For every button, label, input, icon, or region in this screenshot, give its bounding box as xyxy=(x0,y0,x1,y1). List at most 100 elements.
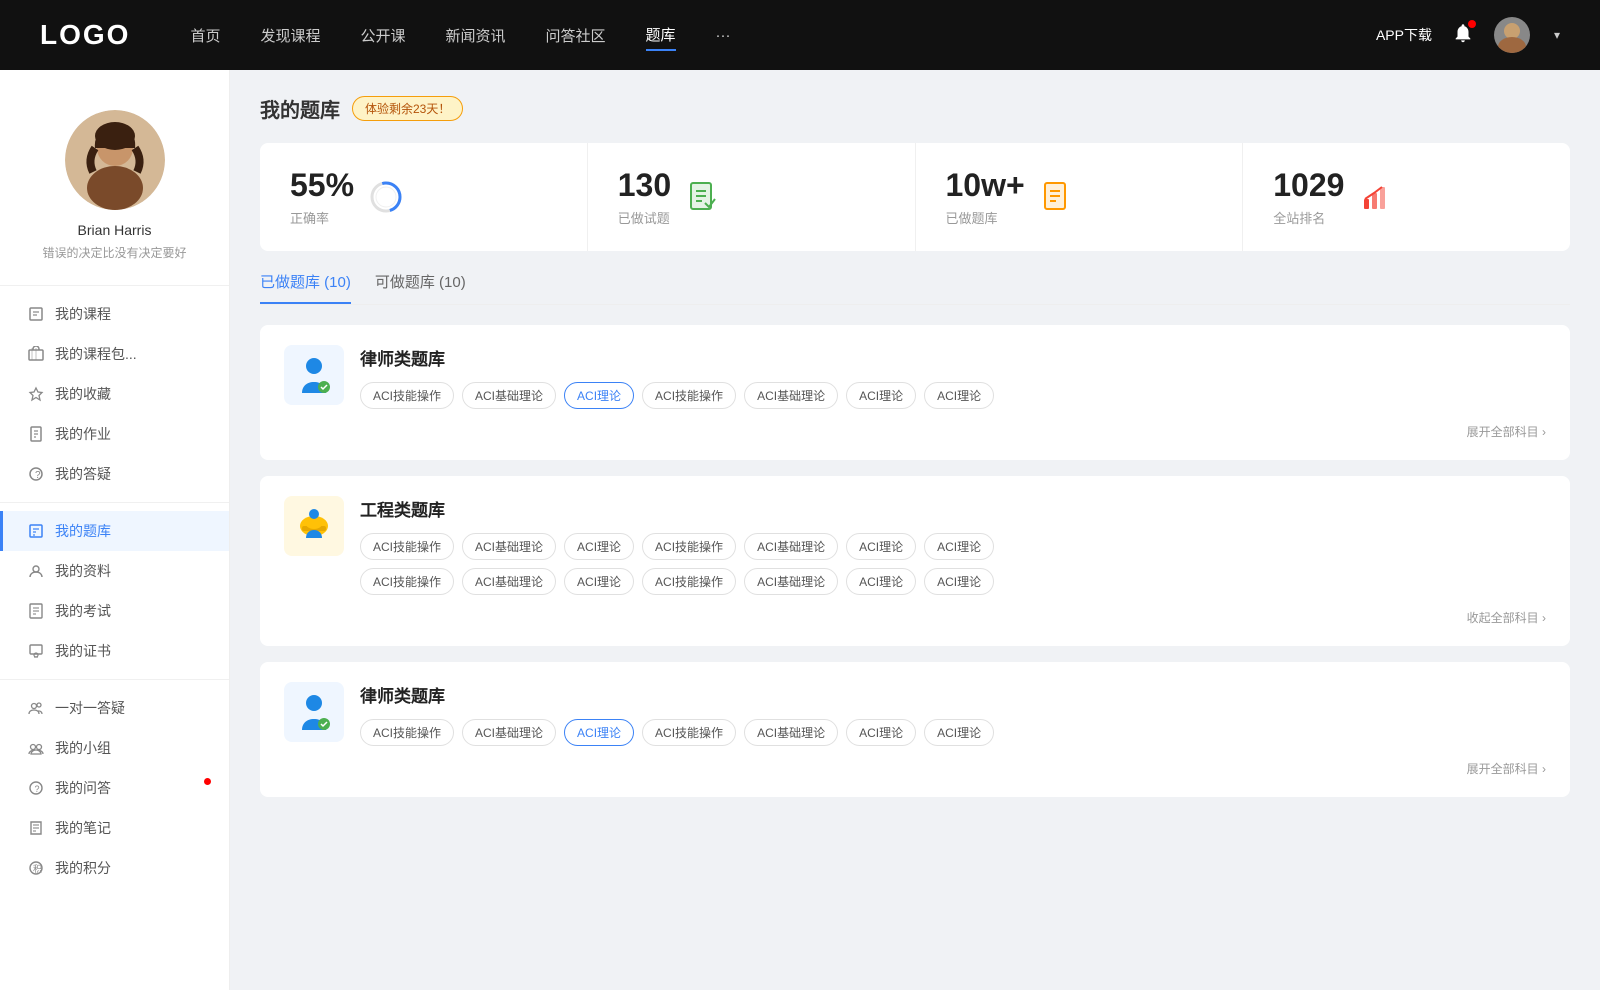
l2-tag-6[interactable]: ACI理论 xyxy=(924,719,994,746)
nav-item-qa[interactable]: 问答社区 xyxy=(546,21,606,50)
sidebar-item-tutor[interactable]: 一对一答疑 xyxy=(0,688,229,728)
l2-tag-1[interactable]: ACI基础理论 xyxy=(462,719,556,746)
tag-1[interactable]: ACI基础理论 xyxy=(462,382,556,409)
tag-2-active[interactable]: ACI理论 xyxy=(564,382,634,409)
user-profile: Brian Harris 错误的决定比没有决定要好 xyxy=(0,90,229,277)
sidebar-divider-3 xyxy=(0,679,229,680)
sidebar-item-label-profile: 我的资料 xyxy=(55,561,111,581)
tag-6[interactable]: ACI理论 xyxy=(924,382,994,409)
eng-tag-r2-1[interactable]: ACI基础理论 xyxy=(462,568,556,595)
eng-tag-r2-6[interactable]: ACI理论 xyxy=(924,568,994,595)
sidebar: Brian Harris 错误的决定比没有决定要好 我的课程 我的课程包... xyxy=(0,70,230,990)
stat-accuracy-text: 55% 正确率 xyxy=(290,167,354,227)
qbank-content-engineer: 工程类题库 ACI技能操作 ACI基础理论 ACI理论 ACI技能操作 ACI基… xyxy=(360,496,1546,595)
eng-tag-r2-3[interactable]: ACI技能操作 xyxy=(642,568,736,595)
notification-bell[interactable] xyxy=(1452,22,1474,49)
sidebar-item-label-course: 我的课程 xyxy=(55,304,111,324)
collapse-link-engineer[interactable]: 收起全部科目 › xyxy=(284,609,1546,626)
tag-3[interactable]: ACI技能操作 xyxy=(642,382,736,409)
sidebar-item-label-favorites: 我的收藏 xyxy=(55,384,111,404)
qbank-card-lawyer-2: 律师类题库 ACI技能操作 ACI基础理论 ACI理论 ACI技能操作 ACI基… xyxy=(260,662,1570,797)
main-content: 我的题库 体验剩余23天！ 55% 正确率 xyxy=(230,70,1600,990)
stat-ranking: 1029 全站排名 xyxy=(1243,143,1570,251)
expand-link-lawyer-1[interactable]: 展开全部科目 › xyxy=(284,423,1546,440)
navigation: LOGO 首页 发现课程 公开课 新闻资讯 问答社区 题库 ··· APP下载 … xyxy=(0,0,1600,70)
stat-done-questions: 130 已做试题 xyxy=(588,143,916,251)
eng-tag-r2-5[interactable]: ACI理论 xyxy=(846,568,916,595)
sidebar-item-profile[interactable]: 我的资料 xyxy=(0,551,229,591)
sidebar-item-points[interactable]: 积 我的积分 xyxy=(0,848,229,888)
tab-done[interactable]: 已做题库 (10) xyxy=(260,271,351,304)
qbank-title-lawyer-2: 律师类题库 xyxy=(360,682,1546,707)
app-download-button[interactable]: APP下载 xyxy=(1376,25,1432,45)
user-name: Brian Harris xyxy=(20,222,209,238)
sidebar-item-cert[interactable]: 我的证书 xyxy=(0,631,229,671)
stat-done-questions-text: 130 已做试题 xyxy=(618,167,671,227)
qbank-title-engineer: 工程类题库 xyxy=(360,496,1546,521)
sidebar-item-label-group: 我的小组 xyxy=(55,738,111,758)
stat-ranking-text: 1029 全站排名 xyxy=(1273,167,1344,227)
expand-link-lawyer-2[interactable]: 展开全部科目 › xyxy=(284,760,1546,777)
stat-accuracy: 55% 正确率 xyxy=(260,143,588,251)
sidebar-item-label-tutor: 一对一答疑 xyxy=(55,698,125,718)
qbank-card-header-engineer: 工程类题库 ACI技能操作 ACI基础理论 ACI理论 ACI技能操作 ACI基… xyxy=(284,496,1546,595)
eng-tag-r1-1[interactable]: ACI基础理论 xyxy=(462,533,556,560)
eng-tag-r1-6[interactable]: ACI理论 xyxy=(924,533,994,560)
homework-icon xyxy=(27,425,45,443)
nav-item-home[interactable]: 首页 xyxy=(190,21,220,50)
l2-tag-0[interactable]: ACI技能操作 xyxy=(360,719,454,746)
sidebar-item-ask[interactable]: ? 我的答疑 xyxy=(0,454,229,494)
sidebar-item-course-package[interactable]: 我的课程包... xyxy=(0,334,229,374)
eng-tag-r1-0[interactable]: ACI技能操作 xyxy=(360,533,454,560)
nav-item-courses[interactable]: 发现课程 xyxy=(260,21,320,50)
l2-tag-2-active[interactable]: ACI理论 xyxy=(564,719,634,746)
l2-tag-5[interactable]: ACI理论 xyxy=(846,719,916,746)
trial-badge: 体验剩余23天！ xyxy=(352,96,463,121)
eng-tag-r2-4[interactable]: ACI基础理论 xyxy=(744,568,838,595)
points-icon: 积 xyxy=(27,859,45,877)
stat-done-banks-label: 已做题库 xyxy=(946,208,1025,227)
nav-item-news[interactable]: 新闻资讯 xyxy=(446,21,506,50)
user-avatar[interactable] xyxy=(1494,17,1530,53)
eng-tag-r1-4[interactable]: ACI基础理论 xyxy=(744,533,838,560)
sidebar-item-favorites[interactable]: 我的收藏 xyxy=(0,374,229,414)
sidebar-item-label-qa: 我的问答 xyxy=(55,778,111,798)
chart-red-icon xyxy=(1358,179,1394,215)
stat-done-banks-text: 10w+ 已做题库 xyxy=(946,167,1025,227)
sidebar-item-exam[interactable]: 我的考试 xyxy=(0,591,229,631)
stat-accuracy-value: 55% xyxy=(290,167,354,204)
sidebar-item-label-ask: 我的答疑 xyxy=(55,464,111,484)
note-icon xyxy=(27,819,45,837)
l2-tag-3[interactable]: ACI技能操作 xyxy=(642,719,736,746)
eng-tag-r1-2[interactable]: ACI理论 xyxy=(564,533,634,560)
qbank-card-header: 律师类题库 ACI技能操作 ACI基础理论 ACI理论 ACI技能操作 ACI基… xyxy=(284,345,1546,409)
sidebar-item-qa[interactable]: ? 我的问答 xyxy=(0,768,229,808)
sidebar-item-label-notes: 我的笔记 xyxy=(55,818,111,838)
eng-tag-r1-3[interactable]: ACI技能操作 xyxy=(642,533,736,560)
eng-tag-r1-5[interactable]: ACI理论 xyxy=(846,533,916,560)
nav-right: APP下载 ▾ xyxy=(1376,17,1560,53)
tag-5[interactable]: ACI理论 xyxy=(846,382,916,409)
l2-tag-4[interactable]: ACI基础理论 xyxy=(744,719,838,746)
logo: LOGO xyxy=(40,19,130,51)
tag-0[interactable]: ACI技能操作 xyxy=(360,382,454,409)
exam-icon xyxy=(27,602,45,620)
sidebar-item-notes[interactable]: 我的笔记 xyxy=(0,808,229,848)
sidebar-item-qbank[interactable]: 我的题库 xyxy=(0,511,229,551)
nav-item-more[interactable]: ··· xyxy=(716,23,731,48)
stat-done-questions-label: 已做试题 xyxy=(618,208,671,227)
nav-item-qbank[interactable]: 题库 xyxy=(646,20,676,51)
sidebar-item-my-course[interactable]: 我的课程 xyxy=(0,294,229,334)
stat-done-banks: 10w+ 已做题库 xyxy=(916,143,1244,251)
eng-tag-r2-0[interactable]: ACI技能操作 xyxy=(360,568,454,595)
sidebar-item-homework[interactable]: 我的作业 xyxy=(0,414,229,454)
tab-available[interactable]: 可做题库 (10) xyxy=(375,271,466,304)
qa-badge-dot xyxy=(204,778,211,785)
eng-tag-r2-2[interactable]: ACI理论 xyxy=(564,568,634,595)
sidebar-item-group[interactable]: 我的小组 xyxy=(0,728,229,768)
tag-4[interactable]: ACI基础理论 xyxy=(744,382,838,409)
page-header: 我的题库 体验剩余23天！ xyxy=(260,94,1570,123)
nav-item-open[interactable]: 公开课 xyxy=(360,21,405,50)
sidebar-item-label-package: 我的课程包... xyxy=(55,344,137,364)
user-menu-chevron[interactable]: ▾ xyxy=(1554,28,1560,42)
